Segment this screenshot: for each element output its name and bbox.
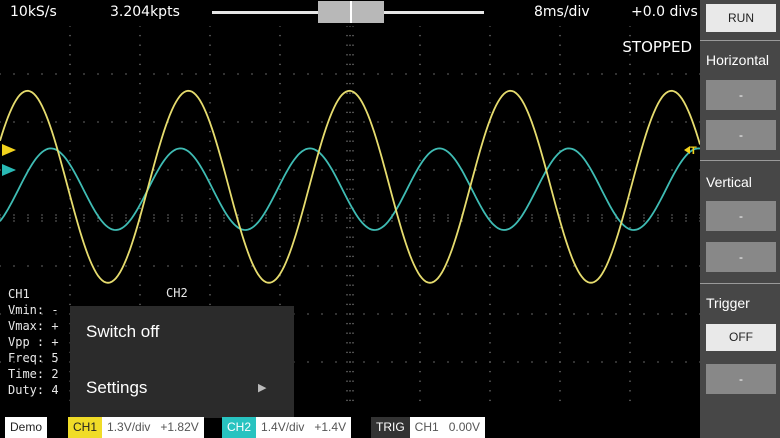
- measurement-duty: Duty: 4: [8, 383, 59, 397]
- ch1-trace: [0, 89, 700, 284]
- ch2-tag: CH2: [222, 417, 257, 438]
- top-bar: 10kS/s 3.204kpts 8ms/div +0.0 divs: [0, 0, 700, 26]
- acquisition-status: STOPPED: [622, 38, 692, 56]
- divider: [700, 283, 780, 284]
- horizontal-button-1[interactable]: -: [706, 80, 776, 110]
- measurement-vmax: Vmax: +: [8, 319, 59, 333]
- sample-rate: 10kS/s: [10, 4, 57, 20]
- horizontal-button-2[interactable]: -: [706, 120, 776, 150]
- vertical-button-2[interactable]: -: [706, 242, 776, 272]
- svg-text:T: T: [690, 145, 697, 157]
- ch1-measurement-title: CH1: [8, 287, 30, 301]
- divider: [700, 160, 780, 161]
- trigger-badge[interactable]: TRIG CH1 0.00V: [371, 417, 486, 438]
- trig-source: CH1: [414, 420, 439, 434]
- trig-level: 0.00V: [448, 420, 481, 434]
- menu-item-switch-off[interactable]: Switch off: [70, 306, 294, 360]
- measurement-vpp: Vpp : +: [8, 335, 59, 349]
- ch1-tag: CH1: [68, 417, 103, 438]
- side-panel: RUN Horizontal - - Vertical - - Trigger …: [700, 0, 780, 438]
- ch2-measurement-title: CH2: [166, 286, 188, 300]
- triangle-right-icon: ▶: [258, 382, 267, 394]
- run-button[interactable]: RUN: [706, 4, 776, 32]
- measurement-vmin: Vmin: -: [8, 303, 59, 317]
- menu-item-settings[interactable]: Settings ▶: [70, 362, 294, 416]
- point-count: 3.204kpts: [110, 4, 180, 20]
- divider: [700, 40, 780, 41]
- measurement-freq: Freq: 5: [8, 351, 59, 365]
- vertical-label: Vertical: [706, 174, 752, 190]
- ch1-offset: +1.82V: [160, 420, 199, 434]
- ch2-offset: +1.4V: [314, 420, 347, 434]
- trig-tag: TRIG: [371, 417, 410, 438]
- channel-context-menu: Switch off Settings ▶: [70, 306, 294, 418]
- ch1-badge[interactable]: CH1 1.3V/div +1.82V: [68, 417, 204, 438]
- timebase: 8ms/div: [534, 4, 590, 20]
- horizontal-offset: +0.0 divs: [631, 4, 698, 20]
- horizontal-label: Horizontal: [706, 52, 770, 68]
- demo-label: Demo: [5, 417, 48, 438]
- ch1-ground-marker-icon[interactable]: [2, 144, 16, 156]
- ch2-badge[interactable]: CH2 1.4V/div +1.4V: [222, 417, 352, 438]
- menu-item-label: Settings: [86, 378, 148, 397]
- ch1-measurements: CH1 Vmin: - Vmax: + Vpp : + Freq: 5 Time…: [8, 286, 59, 398]
- ch2-scale: 1.4V/div: [261, 420, 305, 434]
- trigger-off-button[interactable]: OFF: [706, 324, 776, 351]
- trigger-button[interactable]: -: [706, 364, 776, 394]
- bottom-bar: Demo CH1 1.3V/div +1.82V CH2 1.4V/div +1.4V …: [0, 414, 700, 438]
- trigger-label: Trigger: [706, 295, 750, 311]
- demo-badge[interactable]: Demo: [5, 417, 48, 438]
- menu-item-label: Switch off: [86, 322, 160, 341]
- timeline-scroll-thumb[interactable]: [318, 1, 384, 23]
- ch1-scale: 1.3V/div: [107, 420, 151, 434]
- ch2-ground-marker-icon[interactable]: [2, 164, 16, 176]
- vertical-button-1[interactable]: -: [706, 201, 776, 231]
- measurement-time: Time: 2: [8, 367, 59, 381]
